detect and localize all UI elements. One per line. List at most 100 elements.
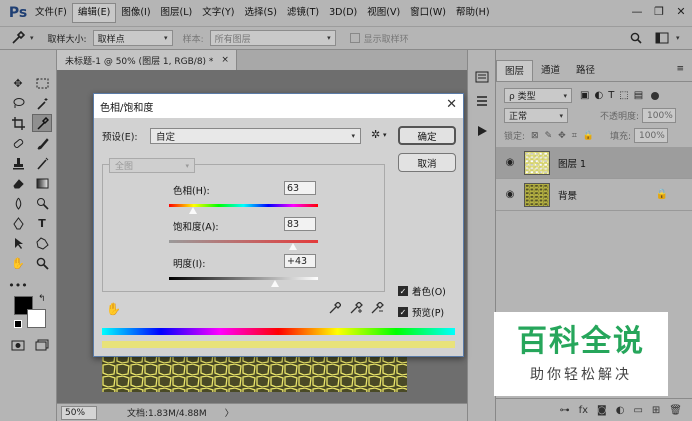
tab-channels[interactable]: 通道 [533,60,568,81]
chevron-down-icon[interactable]: ▾ [383,131,387,139]
lock-artboard-icon[interactable]: ⌗ [572,131,577,141]
hue-slider-thumb[interactable] [189,207,197,214]
layer-name[interactable]: 图层 1 [558,156,586,170]
ok-button[interactable]: 确定 [398,126,456,145]
close-icon[interactable]: × [221,55,229,65]
colorize-option[interactable]: ✓ 着色(O) [398,284,446,298]
tab-paths[interactable]: 路径 [568,60,603,81]
lock-all-icon[interactable]: 🔒 [583,131,594,141]
adjustments-panel-icon[interactable] [472,92,492,110]
eyedropper-icon[interactable] [329,301,342,317]
chevron-down-icon[interactable]: ▾ [30,34,34,42]
type-tool-icon[interactable]: T [32,214,52,232]
eyedropper-tool-preset-icon[interactable] [8,29,28,47]
workspace-icon[interactable] [652,29,672,47]
minimize-button[interactable]: — [626,0,648,22]
filter-smart-icon[interactable]: ▤ [634,90,643,101]
preset-select[interactable]: 自定 ▾ [150,128,361,144]
pen-tool-icon[interactable] [8,214,28,232]
menu-help[interactable]: 帮助(H) [451,4,495,22]
blend-mode-select[interactable]: 正常 ▾ [504,108,568,123]
magic-wand-icon[interactable] [32,94,52,112]
zoom-tool-icon[interactable] [32,254,52,272]
marquee-tool-icon[interactable] [32,74,52,92]
eye-icon[interactable]: ◉ [496,189,524,200]
crop-tool-icon[interactable] [8,114,28,132]
swap-colors-icon[interactable]: ↰ [38,294,46,304]
fx-icon[interactable]: fx [579,405,588,416]
screen-mode-icon[interactable] [32,336,52,354]
menu-filter[interactable]: 滤镜(T) [282,4,324,22]
layer-row-background[interactable]: ◉ 背景 🔒 [496,179,692,211]
blur-tool-icon[interactable] [8,194,28,212]
lasso-tool-icon[interactable] [8,94,28,112]
lightness-slider-track[interactable] [169,277,318,280]
add-mask-icon[interactable]: ◙ [597,405,607,416]
eyedropper-minus-icon[interactable] [371,301,384,317]
background-color-swatch[interactable] [27,309,46,328]
layer-row-1[interactable]: ◉ 图层 1 [496,147,692,179]
new-group-icon[interactable]: ▭ [633,405,642,416]
panel-menu-icon[interactable]: ≡ [676,64,684,74]
menu-window[interactable]: 窗口(W) [405,4,451,22]
saturation-slider-thumb[interactable] [289,243,297,250]
quick-mask-icon[interactable] [8,336,28,354]
lightness-slider-thumb[interactable] [271,280,279,287]
close-icon[interactable]: ✕ [446,97,457,112]
eyedropper-tool-icon[interactable] [32,114,52,132]
opacity-field[interactable]: 100% [642,108,677,123]
filter-adjustment-icon[interactable]: ◐ [594,90,603,101]
move-tool-icon[interactable]: ✥ [8,74,28,92]
menu-edit[interactable]: 编辑(E) [71,3,117,23]
sample-size-select[interactable]: 取样点 ▾ [92,30,173,46]
menu-file[interactable]: 文件(F) [30,4,72,22]
eyedropper-plus-icon[interactable] [350,301,363,317]
layer-name[interactable]: 背景 [558,188,577,202]
lock-pixels-icon[interactable]: ✎ [545,131,553,141]
clone-stamp-icon[interactable] [8,154,28,172]
close-window-button[interactable]: ✕ [670,0,692,22]
more-tools-icon[interactable]: ••• [8,276,28,294]
eye-icon[interactable]: ◉ [496,157,524,168]
filter-type-icon[interactable]: T [608,90,614,101]
restore-button[interactable]: ❐ [648,0,670,22]
document-info[interactable]: 文档:1.83M/4.88M [127,406,207,419]
status-arrow-icon[interactable]: 〉 [225,406,234,419]
colorize-checkbox[interactable]: ✓ [398,286,408,296]
history-panel-icon[interactable] [472,68,492,86]
lock-transparent-icon[interactable]: ⊠ [531,131,539,141]
path-selection-icon[interactable] [8,234,28,252]
link-layers-icon[interactable]: ⊶ [560,405,570,416]
filter-pixel-icon[interactable]: ▣ [580,90,589,101]
hand-tool-icon[interactable]: ✋ [8,254,28,272]
menu-view[interactable]: 视图(V) [362,4,405,22]
lightness-input[interactable]: +43 [284,254,316,268]
show-ring-checkbox[interactable] [349,33,360,43]
preview-option[interactable]: ✓ 预览(P) [398,305,444,319]
trash-icon[interactable]: 🗑 [669,405,682,416]
custom-shape-icon[interactable] [32,234,52,252]
filter-toggle-icon[interactable] [651,91,660,100]
saturation-input[interactable]: 83 [284,217,316,231]
hand-icon[interactable]: ✋ [106,302,121,316]
search-icon[interactable] [626,29,646,47]
zoom-level-field[interactable]: 50% [61,405,97,420]
menu-3d[interactable]: 3D(D) [324,4,362,22]
new-layer-icon[interactable]: ⊞ [652,405,660,416]
chevron-down-icon[interactable]: ▾ [676,34,680,42]
cancel-button[interactable]: 取消 [398,153,456,172]
brush-tool-icon[interactable] [32,134,52,152]
menu-type[interactable]: 文字(Y) [197,4,239,22]
hue-input[interactable]: 63 [284,181,316,195]
adjustment-layer-icon[interactable]: ◐ [616,405,625,416]
gradient-tool-icon[interactable] [32,174,52,192]
menu-image[interactable]: 图像(I) [116,4,155,22]
eraser-tool-icon[interactable] [8,174,28,192]
healing-brush-icon[interactable] [8,134,28,152]
preview-checkbox[interactable]: ✓ [398,307,408,317]
filter-shape-icon[interactable]: ⬚ [619,90,628,101]
default-colors-icon[interactable] [14,320,22,328]
document-tab[interactable]: 未标题-1 @ 50% (图层 1, RGB/8) * × [57,50,237,70]
menu-select[interactable]: 选择(S) [239,4,281,22]
history-brush-icon[interactable] [32,154,52,172]
